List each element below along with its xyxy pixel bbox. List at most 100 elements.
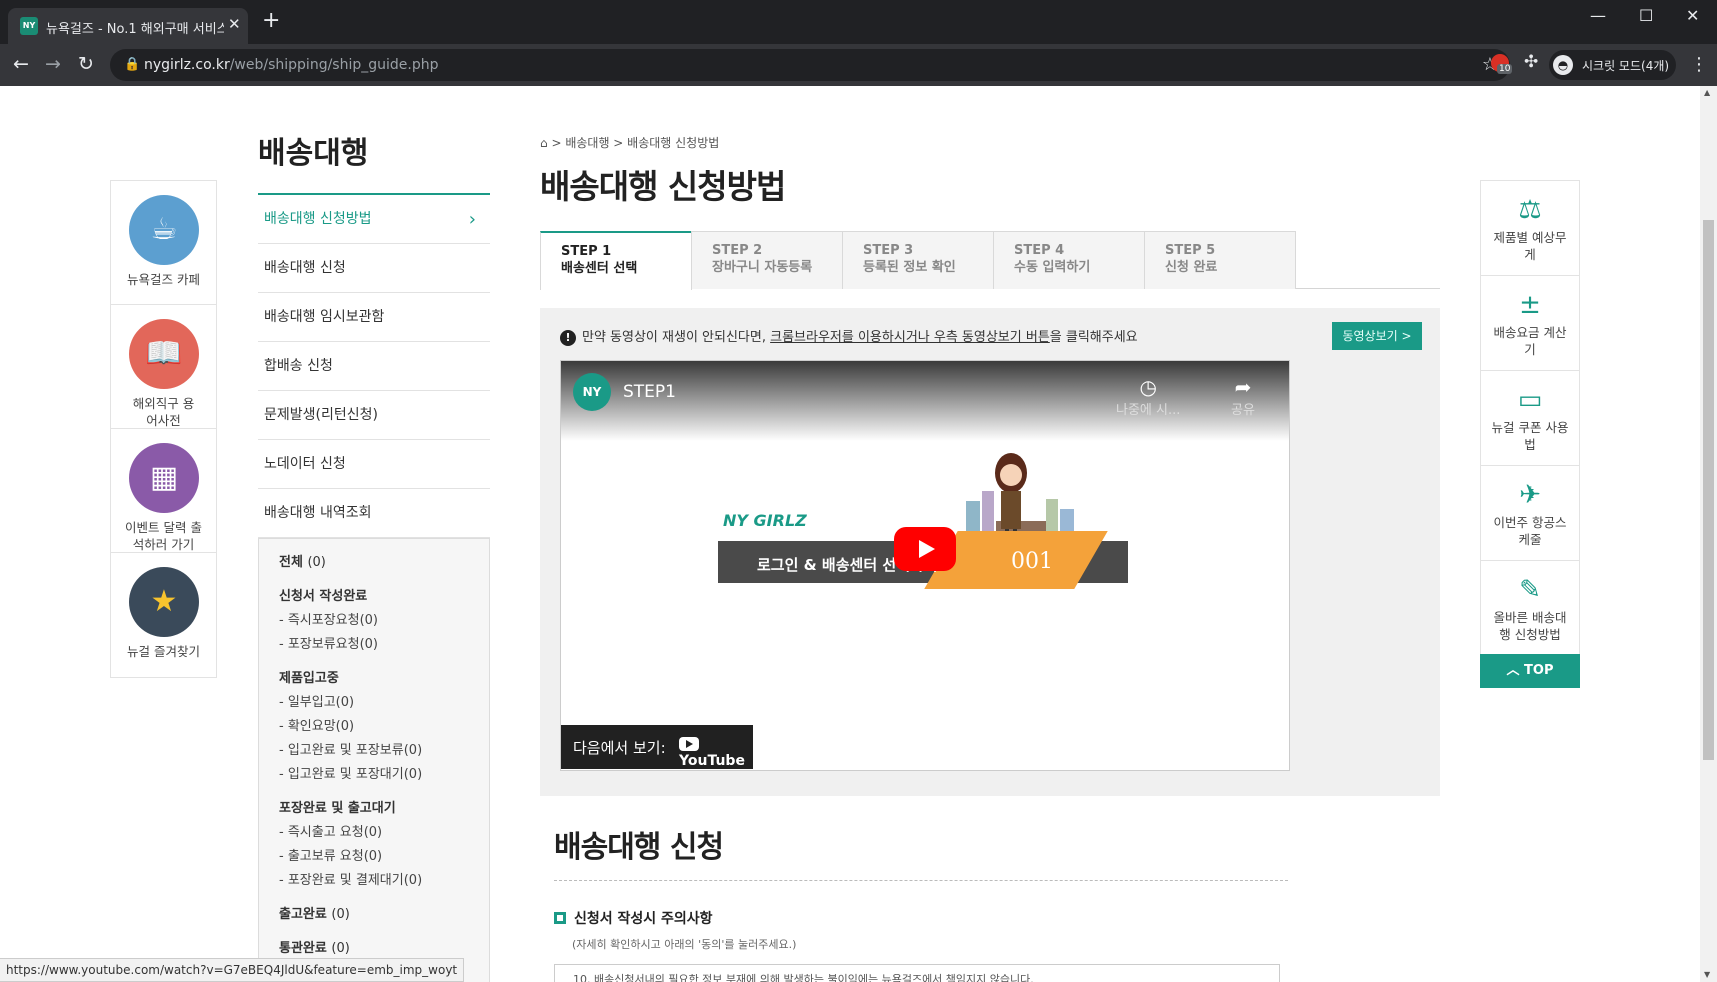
coupon-icon: ▭ [1517,385,1543,415]
incognito-indicator[interactable]: ◓ 시크릿 모드(4개) [1549,50,1676,80]
quick-coupon[interactable]: ▭ 뉴걸 쿠폰 사용법 [1481,371,1579,466]
extension-badge: 10 [1497,64,1513,74]
play-button-icon[interactable] [894,527,956,571]
share-button[interactable]: ➦ 공유 [1231,375,1255,418]
side-navigation: 배송대행 신청방법 › 배송대행 신청 배송대행 임시보관함 합배송 신청 문제발… [258,193,490,982]
channel-logo[interactable]: NY [573,373,611,411]
alert-icon: ! [560,330,576,346]
breadcrumb: ⌂ > 배송대행 > 배송대행 신청방법 [540,136,720,150]
status-group-incoming: 제품입고중 [279,671,339,686]
status-group-shipped[interactable]: 출고완료 (0) [279,903,469,927]
sidenav-item-return[interactable]: 문제발생(리턴신청) [258,391,490,440]
home-icon[interactable]: ⌂ [540,136,548,150]
right-quick-menu: ⚖ 제품별 예상무게 ± 배송요금 계산기 ▭ 뉴걸 쿠폰 사용법 ✈ 이번주 … [1480,180,1580,656]
sidenav-item-apply[interactable]: 배송대행 신청 [258,244,490,293]
airplane-icon: ✈ [1519,480,1541,510]
video-title[interactable]: STEP1 [623,382,676,402]
video-section: ! 만약 동영상이 재생이 안되신다면, 크롬브라우저를 이용하시거나 우측 동영… [540,308,1440,796]
quick-favorite[interactable]: ★ 뉴걸 즐겨찾기 [111,553,216,677]
section-title: 배송대행 신청 [554,830,724,865]
calendar-icon: ▦ [129,443,199,513]
clock-icon: ◷ [1139,375,1157,399]
page-title: 배송대행 신청방법 [540,167,786,206]
tab-step-2[interactable]: STEP 2 장바구니 자동등록 [691,231,843,289]
new-tab-button[interactable]: + [262,10,280,32]
quick-cafe[interactable]: ☕ 뉴욕걸즈 카페 [111,181,216,305]
status-item[interactable]: - 입고완료 및 포장보류(0) [279,739,469,763]
pencil-icon: ✎ [1519,575,1541,605]
back-arrow-icon[interactable]: ← [13,53,29,75]
scroll-down-arrow-icon[interactable]: ▼ [1704,970,1710,979]
chevron-right-icon: › [468,209,476,230]
sidenav-item-temp-storage[interactable]: 배송대행 임시보관함 [258,293,490,342]
video-brand-logo: NY GIRLZ [723,511,807,530]
watch-later-button[interactable]: ◷ 나중에 시... [1116,375,1180,418]
status-summary-box: 전체 (0) 신청서 작성완료 - 즉시포장요청(0) - 포장보류요청(0) … [258,538,490,982]
status-item[interactable]: - 즉시출고 요청(0) [279,821,469,845]
quick-event-calendar[interactable]: ▦ 이벤트 달력 출석하러 가기 [111,429,216,553]
sidenav-item-combined[interactable]: 합배송 신청 [258,342,490,391]
scroll-top-button[interactable]: ︿ TOP [1480,654,1580,688]
watch-video-button[interactable]: 동영상보기 > [1332,322,1422,350]
status-group-all[interactable]: 전체 (0) [279,551,469,575]
youtube-player[interactable]: NY STEP1 ◷ 나중에 시... ➦ 공유 NY GIRLZ 로그인 & … [560,360,1290,771]
maximize-icon[interactable]: ☐ [1639,6,1653,25]
tab-close-icon[interactable]: ✕ [228,15,241,33]
notice-link[interactable]: 크롬브라우저를 이용하시거나 우측 동영상보기 버튼 [770,330,1050,345]
window-close-icon[interactable]: ✕ [1686,6,1699,25]
tab-step-5[interactable]: STEP 5 신청 완료 [1144,231,1296,289]
sidenav-title: 배송대행 [258,136,369,171]
favicon-icon: NY [20,17,38,35]
reload-icon[interactable]: ↻ [78,53,94,75]
status-group-packed: 포장완료 및 출고대기 [279,801,396,816]
book-icon: 📖 [129,319,199,389]
coffee-cup-icon: ☕ [129,195,199,265]
quick-flight-schedule[interactable]: ✈ 이번주 항공스케줄 [1481,466,1579,561]
status-item[interactable]: - 입고완료 및 포장대기(0) [279,763,469,787]
watch-on-youtube-bar[interactable]: 다음에서 보기: YouTube [561,725,753,769]
terms-textarea[interactable]: 10. 배송신청서내의 필요한 정보 부재에 의해 발생하는 불이익에는 뉴욕걸… [554,964,1280,982]
quick-dictionary[interactable]: 📖 해외직구 용어사전 [111,305,216,429]
minimize-icon[interactable]: — [1590,6,1606,25]
browser-tab[interactable]: NY 뉴욕걸즈 - No.1 해외구매 서비스 ✕ [8,8,248,44]
status-item[interactable]: - 일부입고(0) [279,691,469,715]
status-item[interactable]: - 즉시포장요청(0) [279,609,469,633]
calculator-icon: ± [1519,290,1541,320]
address-bar[interactable]: 🔒 nygirlz.co.kr/web/shipping/ship_guide.… [110,49,1510,81]
status-item[interactable]: - 포장완료 및 결제대기(0) [279,869,469,893]
status-item[interactable]: - 포장보류요청(0) [279,633,469,657]
incognito-icon: ◓ [1553,55,1573,75]
sidenav-item-guide[interactable]: 배송대행 신청방법 › [258,195,490,244]
sidenav-item-history[interactable]: 배송대행 내역조회 [258,489,490,538]
quick-guide[interactable]: ✎ 올바른 배송대행 신청방법 [1481,561,1579,655]
browser-menu-icon[interactable]: ⋮ [1690,54,1708,75]
tab-bar: NY 뉴욕걸즈 - No.1 해외구매 서비스 ✕ + — ☐ ✕ [0,0,1717,44]
extensions-puzzle-icon[interactable]: ✣ [1524,52,1538,72]
star-icon: ★ [129,567,199,637]
step-tabs: STEP 1 배송센터 선택 STEP 2 장바구니 자동등록 STEP 3 등록된 … [540,231,1440,290]
video-notice: ! 만약 동영상이 재생이 안되신다면, 크롬브라우저를 이용하시거나 우측 동영… [560,326,1138,346]
tab-title: 뉴욕걸즈 - No.1 해외구매 서비스 [46,22,224,37]
tab-step-1[interactable]: STEP 1 배송센터 선택 [540,231,692,290]
section-divider [554,880,1288,881]
scale-icon: ⚖ [1518,195,1542,225]
sidenav-item-nodata[interactable]: 노데이터 신청 [258,440,490,489]
quick-calculator[interactable]: ± 배송요금 계산기 [1481,276,1579,371]
character-illustration [995,453,1027,541]
share-arrow-icon: ➦ [1234,375,1252,399]
scrollbar-thumb[interactable] [1703,220,1714,760]
url-text: nygirlz.co.kr/web/shipping/ship_guide.ph… [144,57,439,73]
status-item[interactable]: - 출고보류 요청(0) [279,845,469,869]
scroll-up-arrow-icon[interactable]: ▲ [1704,88,1710,97]
web-page: ☕ 뉴욕걸즈 카페 📖 해외직구 용어사전 ▦ 이벤트 달력 출석하러 가기 ★… [0,86,1700,982]
forward-arrow-icon[interactable]: → [45,53,61,75]
lock-icon: 🔒 [124,57,141,72]
square-bullet-icon [554,912,566,924]
status-group-written: 신청서 작성완료 [279,589,368,604]
tab-step-4[interactable]: STEP 4 수동 입력하기 [993,231,1145,289]
status-item[interactable]: - 확인요망(0) [279,715,469,739]
tab-step-3[interactable]: STEP 3 등록된 정보 확인 [842,231,994,289]
quick-weight[interactable]: ⚖ 제품별 예상무게 [1481,181,1579,276]
page-scrollbar[interactable]: ▲ ▼ [1700,86,1717,982]
left-quick-menu: ☕ 뉴욕걸즈 카페 📖 해외직구 용어사전 ▦ 이벤트 달력 출석하러 가기 ★… [110,180,217,678]
